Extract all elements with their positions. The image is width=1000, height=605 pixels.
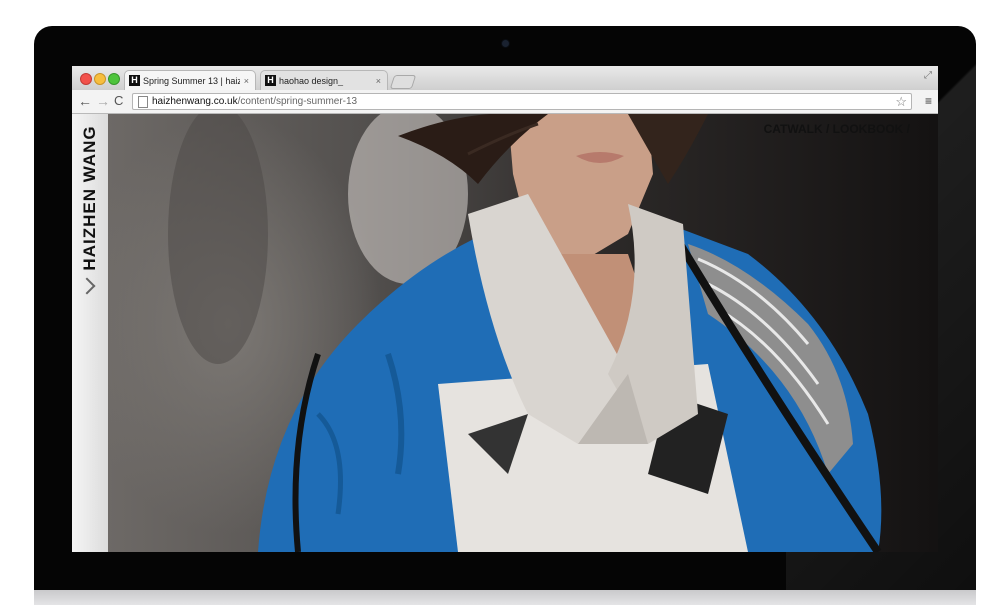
reload-icon[interactable]: C	[114, 93, 123, 109]
chevron-right-icon[interactable]	[78, 277, 96, 295]
address-bar[interactable]: haizhenwang.co.uk/content/spring-summer-…	[132, 93, 912, 110]
browser-window: H Spring Summer 13 | haizh × H haohao de…	[72, 66, 938, 552]
hero-photo: CATWALK / LOOKBOOK /	[108, 114, 938, 552]
minimize-window-button[interactable]	[94, 73, 106, 85]
tab-title: Spring Summer 13 | haizh	[143, 75, 240, 86]
url-path: /content/spring-summer-13	[237, 96, 358, 107]
catwalk-lookbook-nav[interactable]: CATWALK / LOOKBOOK /	[764, 122, 910, 136]
tab-spring-summer[interactable]: H Spring Summer 13 | haizh ×	[124, 70, 256, 90]
favicon-icon: H	[265, 75, 276, 86]
monitor-base	[34, 590, 976, 605]
new-tab-button[interactable]	[389, 75, 417, 89]
tab-close-icon[interactable]: ×	[244, 76, 249, 86]
tab-haohao-design[interactable]: H haohao design_ ×	[260, 70, 388, 90]
web-page: HAIZHEN WANG CATWALK / LOOKBOOK /	[72, 114, 938, 552]
zoom-window-button[interactable]	[108, 73, 120, 85]
browser-toolbar: ← → C haizhenwang.co.uk/content/spring-s…	[72, 90, 938, 114]
back-arrow-icon[interactable]: ←	[78, 93, 92, 109]
fullscreen-icon[interactable]: ⤢	[924, 70, 932, 81]
menu-icon[interactable]: ≡	[925, 93, 932, 109]
page-icon	[138, 96, 148, 108]
tab-strip: H Spring Summer 13 | haizh × H haohao de…	[72, 66, 938, 90]
favicon-icon: H	[129, 75, 140, 86]
tab-close-icon[interactable]: ×	[376, 76, 381, 86]
url-domain: haizhenwang.co.uk	[152, 96, 238, 107]
brand-logo[interactable]: HAIZHEN WANG	[80, 125, 100, 270]
url-text: haizhenwang.co.uk/content/spring-summer-…	[152, 94, 357, 109]
star-icon[interactable]: ☆	[895, 94, 907, 109]
close-window-button[interactable]	[80, 73, 92, 85]
sidebar: HAIZHEN WANG	[72, 114, 108, 552]
model-photo-illustration	[168, 114, 882, 552]
forward-arrow-icon[interactable]: →	[96, 93, 110, 109]
tab-title: haohao design_	[279, 75, 344, 86]
webcam	[502, 40, 509, 47]
